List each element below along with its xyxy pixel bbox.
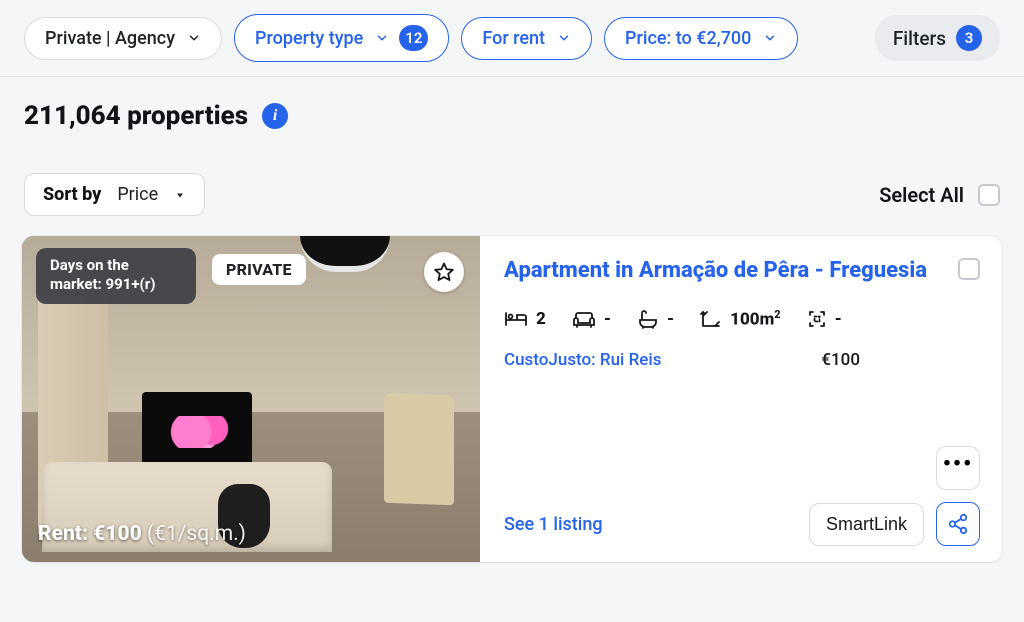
spec-sofa-value: - [604, 309, 611, 329]
spec-bath: - [637, 309, 674, 329]
listing-source-row: CustoJusto: Rui Reis €100 [504, 350, 980, 370]
filter-agency-label: Private | Agency [45, 28, 175, 49]
listing-price: €100 [821, 350, 860, 370]
filter-bar: Private | Agency Property type 12 For re… [0, 0, 1024, 77]
listing-body: Apartment in Armação de Pêra - Freguesia… [480, 236, 1002, 562]
spec-area: 100m2 [700, 308, 780, 330]
filter-property-type-label: Property type [255, 28, 363, 49]
spec-plot: - [807, 309, 842, 329]
results-header: 211,064 properties i [0, 77, 1024, 131]
results-count: 211,064 properties [24, 101, 248, 131]
share-button[interactable] [936, 502, 980, 546]
triangle-down-icon [174, 189, 186, 201]
select-all-label: Select All [879, 183, 964, 207]
sort-value: Price [117, 184, 158, 205]
rent-overlay: Rent: €100 (€1/sq.m.) [38, 522, 464, 546]
filters-more[interactable]: Filters 3 [875, 15, 1000, 61]
filter-property-type-count: 12 [399, 25, 428, 51]
spec-plot-value: - [835, 309, 842, 329]
filter-agency[interactable]: Private | Agency [24, 17, 222, 60]
spec-beds: 2 [504, 309, 546, 329]
days-on-market-badge: Days on the market: 991+(r) [36, 248, 196, 304]
share-icon [947, 513, 969, 535]
filter-tenure-label: For rent [482, 28, 545, 49]
filter-property-type[interactable]: Property type 12 [234, 14, 449, 62]
listing-checkbox[interactable] [958, 258, 980, 280]
spec-beds-value: 2 [536, 309, 546, 329]
see-listing-link[interactable]: See 1 listing [504, 514, 603, 535]
sofa-icon [572, 310, 596, 328]
ellipsis-icon: ••• [943, 452, 973, 477]
chevron-down-icon [187, 31, 201, 45]
listing-photo[interactable]: Days on the market: 991+(r) PRIVATE Rent… [22, 236, 480, 562]
private-badge: PRIVATE [212, 254, 306, 285]
photo-decor [170, 416, 240, 448]
star-icon [433, 261, 455, 283]
sort-label: Sort by [43, 184, 101, 205]
filter-price[interactable]: Price: to €2,700 [604, 17, 798, 60]
filter-price-label: Price: to €2,700 [625, 28, 751, 49]
filters-more-count: 3 [956, 25, 982, 51]
listing-title[interactable]: Apartment in Armação de Pêra - Freguesia [504, 258, 927, 284]
photo-decor [384, 393, 454, 505]
area-icon [700, 309, 722, 329]
select-all[interactable]: Select All [879, 183, 1000, 207]
rent-per-unit: (€1/sq.m.) [147, 522, 246, 546]
bath-icon [637, 309, 659, 329]
listing-footer: See 1 listing SmartLink [504, 502, 980, 546]
sort-row: Sort by Price Select All [0, 131, 1024, 236]
smartlink-button[interactable]: SmartLink [809, 503, 924, 546]
spec-sofa: - [572, 309, 611, 329]
bed-icon [504, 310, 528, 328]
chevron-down-icon [557, 31, 571, 45]
favorite-button[interactable] [424, 252, 464, 292]
spec-bath-value: - [667, 309, 674, 329]
chevron-down-icon [763, 31, 777, 45]
plot-icon [807, 309, 827, 329]
filter-tenure[interactable]: For rent [461, 17, 592, 60]
select-all-checkbox[interactable] [978, 184, 1000, 206]
listing-source[interactable]: CustoJusto: Rui Reis [504, 350, 661, 370]
more-button[interactable]: ••• [936, 446, 980, 490]
spec-area-value: 100m2 [730, 308, 780, 330]
filters-more-label: Filters [893, 27, 946, 50]
sort-dropdown[interactable]: Sort by Price [24, 173, 205, 216]
listing-specs: 2 - - 100m2 - [504, 308, 980, 330]
chevron-down-icon [375, 31, 389, 45]
info-icon[interactable]: i [262, 103, 288, 129]
rent-label: Rent: €100 [38, 522, 142, 546]
listing-card: Days on the market: 991+(r) PRIVATE Rent… [22, 236, 1002, 562]
